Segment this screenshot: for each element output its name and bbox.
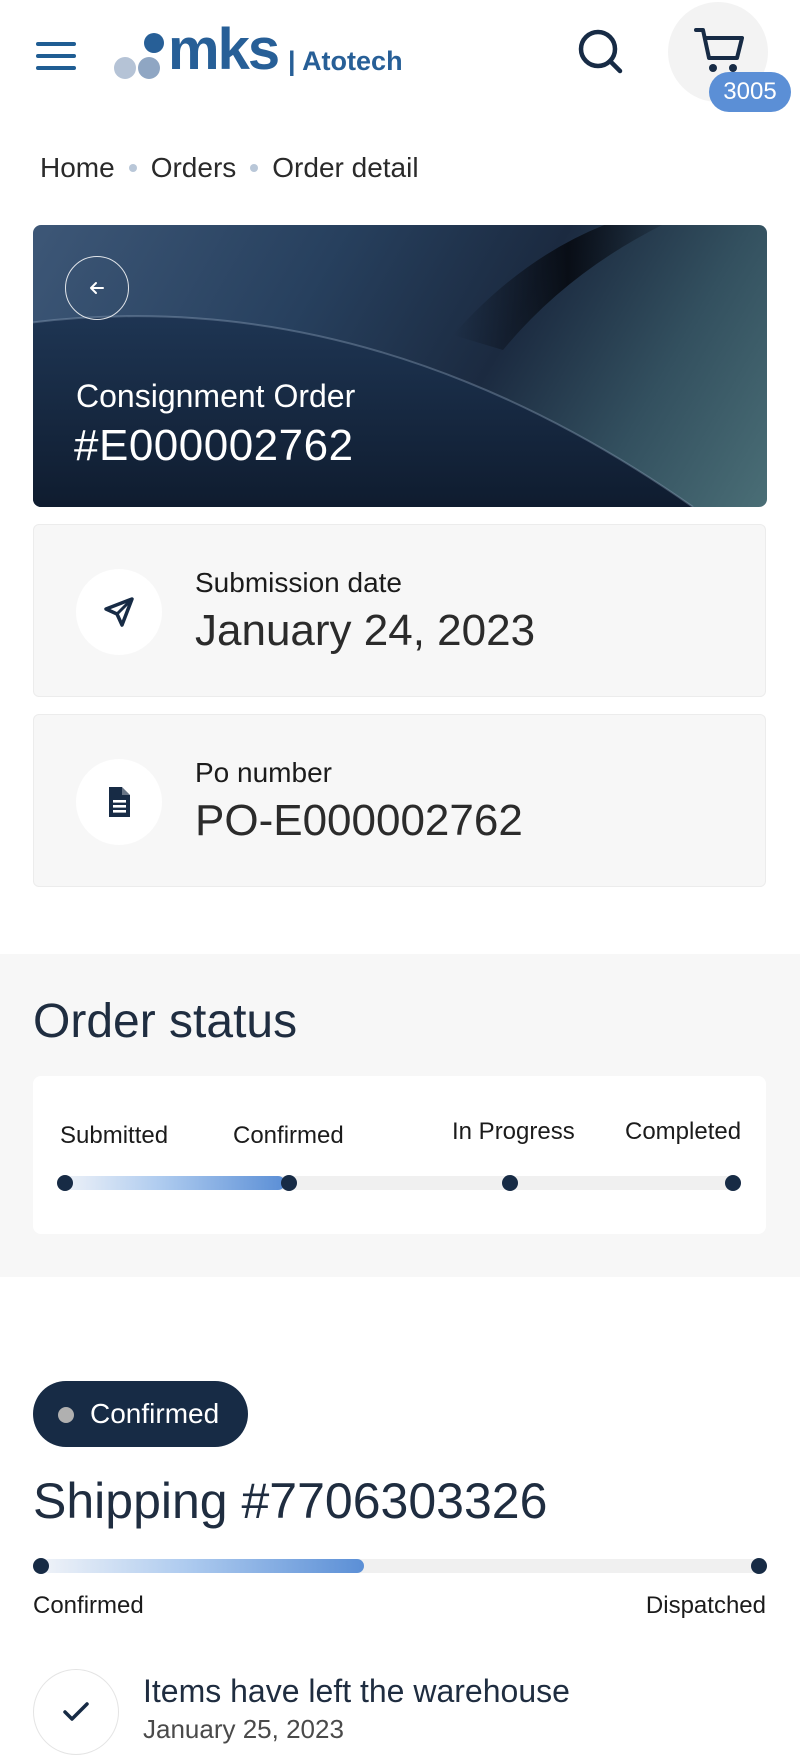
order-number: #E000002762 <box>74 421 354 470</box>
send-icon <box>104 597 134 627</box>
breadcrumb: Home Orders Order detail <box>40 148 419 188</box>
logo-atotech-text: | Atotech <box>288 46 403 76</box>
logo-mks-text: mks <box>168 17 280 82</box>
step-label-in-progress: In Progress <box>452 1118 575 1145</box>
checkmark-icon <box>63 1702 89 1721</box>
step-dot-confirmed <box>281 1175 297 1191</box>
shipping-title: Shipping #7706303326 <box>33 1473 548 1529</box>
send-icon-circle <box>76 569 162 655</box>
menu-button[interactable] <box>34 40 78 72</box>
brand-logo[interactable]: mks | Atotech <box>112 20 432 84</box>
breadcrumb-orders[interactable]: Orders <box>151 152 237 184</box>
arrow-left-icon <box>90 282 104 294</box>
order-status-title: Order status <box>33 995 298 1048</box>
shipping-status-text: Confirmed <box>90 1398 220 1429</box>
back-button[interactable] <box>65 256 129 320</box>
logo-atotech-word: Atotech <box>302 46 403 76</box>
search-button[interactable] <box>572 24 628 80</box>
order-status-progress-fill <box>60 1176 285 1190</box>
event-check-circle <box>33 1669 119 1755</box>
breadcrumb-separator <box>250 164 259 172</box>
search-icon <box>578 29 623 74</box>
step-dot-submitted <box>57 1175 73 1191</box>
po-number-card: Po number PO-E000002762 <box>33 714 766 887</box>
shipping-dot-dispatched <box>751 1558 767 1574</box>
step-label-completed: Completed <box>625 1118 742 1145</box>
shipping-event-date: January 25, 2023 <box>143 1714 344 1744</box>
logo-dots-icon <box>114 33 164 79</box>
shipping-event-title: Items have left the warehouse <box>143 1673 570 1709</box>
cart-count-badge: 3005 <box>709 72 791 112</box>
order-status-card <box>33 1076 766 1234</box>
step-dot-in-progress <box>502 1175 518 1191</box>
breadcrumb-current: Order detail <box>272 152 419 183</box>
menu-icon-bar <box>36 54 76 58</box>
document-icon <box>109 787 130 817</box>
menu-icon <box>36 42 76 46</box>
po-number-value: PO-E000002762 <box>195 796 523 845</box>
breadcrumb-home[interactable]: Home <box>40 152 115 184</box>
shipping-dot-confirmed <box>33 1558 49 1574</box>
document-icon-circle <box>76 759 162 845</box>
status-dot-icon <box>58 1407 74 1423</box>
submission-date-label: Submission date <box>195 567 403 598</box>
step-label-submitted: Submitted <box>60 1122 169 1149</box>
step-label-confirmed: Confirmed <box>233 1122 344 1149</box>
shipping-progress-fill <box>40 1559 364 1573</box>
shipping-label-dispatched: Dispatched <box>645 1592 766 1619</box>
order-type: Consignment Order <box>76 378 356 414</box>
submission-date-value: January 24, 2023 <box>195 606 536 655</box>
step-dot-completed <box>725 1175 741 1191</box>
shipping-label-confirmed: Confirmed <box>33 1592 144 1619</box>
submission-date-card: Submission date January 24, 2023 <box>33 524 766 697</box>
breadcrumb-separator <box>128 164 137 172</box>
menu-icon-bar <box>36 66 76 70</box>
shipping-status-badge: Confirmed <box>33 1381 248 1447</box>
po-number-label: Po number <box>195 757 332 788</box>
